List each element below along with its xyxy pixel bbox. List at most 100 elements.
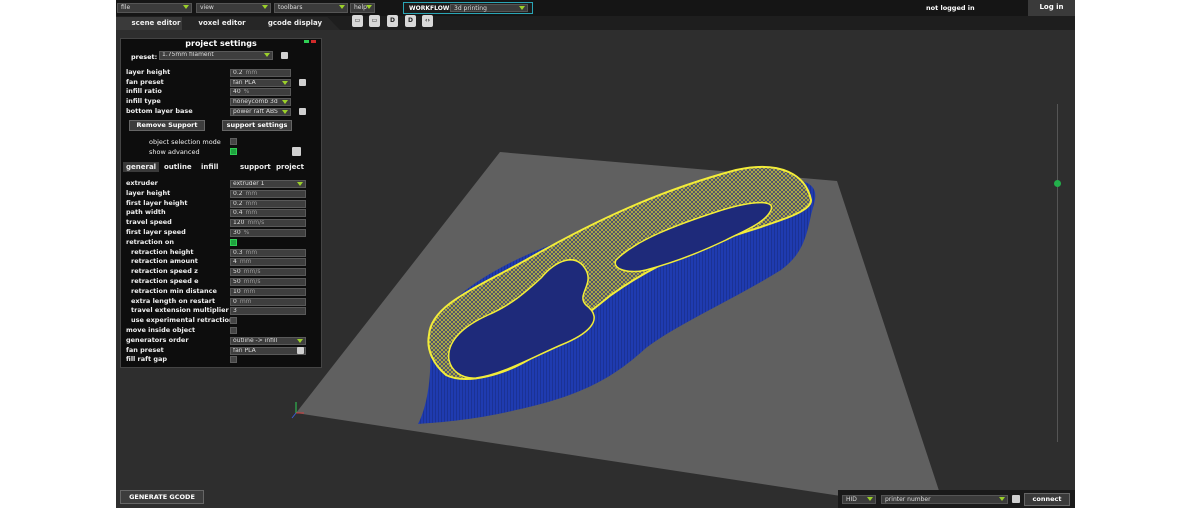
settings-icon[interactable] — [299, 78, 306, 86]
setting-input[interactable]: 40% — [230, 88, 291, 97]
setting-input[interactable]: 3 — [230, 307, 306, 316]
generate-gcode-button[interactable]: GENERATE GCODE — [120, 490, 204, 504]
subtab-general[interactable]: general — [123, 162, 160, 172]
login-status: not logged in — [926, 4, 975, 12]
setting-checkbox[interactable] — [230, 317, 237, 325]
chevron-down-icon — [339, 5, 345, 9]
setting-checkbox[interactable] — [230, 356, 237, 364]
subtab-outline[interactable]: outline — [161, 162, 195, 172]
show-advanced-checkbox[interactable] — [230, 148, 237, 155]
save-icon[interactable]: ▭ — [352, 15, 363, 27]
save-as-icon[interactable]: ▭ — [369, 15, 380, 27]
chevron-down-icon — [282, 100, 288, 105]
project-settings-panel: project settings preset: 1.75mm filament… — [120, 38, 322, 368]
save-printer-icon[interactable] — [1012, 495, 1020, 503]
setting-label: travel extension multiplier — [131, 306, 229, 315]
setting-dropdown[interactable]: honeycomb 3d — [230, 98, 291, 107]
chevron-down-icon — [183, 5, 189, 9]
connect-button[interactable]: connect — [1024, 493, 1070, 506]
connection-bar: HID printer number connect — [838, 490, 1075, 508]
view-menu-label: view — [200, 4, 214, 11]
setting-dropdown[interactable]: outline -> infill — [230, 336, 306, 345]
setting-label: infill type — [126, 97, 161, 106]
setting-input[interactable]: 10 mm — [230, 287, 306, 296]
setting-value: honeycomb 3d — [233, 98, 278, 106]
setting-unit: mm — [245, 199, 258, 207]
setting-dropdown[interactable]: power raft ABS — [230, 107, 291, 116]
setting-unit: mm/s — [243, 278, 261, 285]
setting-label: extra length on restart — [131, 296, 216, 305]
setting-input[interactable]: 0.2 mm — [230, 199, 306, 208]
help-menu[interactable]: help — [350, 3, 375, 13]
file-menu[interactable]: file — [117, 3, 192, 13]
export-icon[interactable]: D — [387, 15, 398, 27]
setting-dropdown[interactable]: fan PLA — [230, 346, 306, 355]
setting-dropdown[interactable]: extruder 1 — [230, 180, 306, 188]
setting-input[interactable]: 0.3 mm — [230, 248, 306, 257]
subtab-infill[interactable]: infill — [198, 162, 221, 172]
setting-unit: % — [243, 88, 250, 96]
subtab-project[interactable]: project — [273, 162, 307, 172]
subtab-support[interactable]: support — [237, 162, 274, 172]
file-menu-label: file — [121, 4, 131, 11]
setting-label: use experimental retraction — [131, 316, 234, 325]
setting-value: 0 — [233, 297, 237, 305]
chevron-down-icon — [282, 80, 288, 85]
export-alt-icon[interactable]: D — [405, 15, 416, 27]
setting-label: extruder — [126, 179, 158, 187]
printer-dropdown[interactable]: printer number — [881, 495, 1008, 504]
setting-unit: mm — [245, 209, 258, 217]
setting-value: 10 — [233, 287, 241, 295]
setting-input[interactable]: 0.2 mm — [230, 189, 306, 198]
setting-label: retraction speed e — [131, 277, 199, 285]
chevron-down-icon — [999, 497, 1005, 501]
setting-label: retraction amount — [131, 257, 198, 266]
setting-input[interactable]: 0.4 mm — [230, 209, 306, 218]
settings-icon[interactable] — [299, 107, 306, 115]
save-preset-icon[interactable] — [281, 52, 288, 59]
setting-checkbox[interactable] — [230, 238, 237, 246]
setting-unit: mm — [245, 69, 258, 76]
minimize-icon[interactable] — [304, 40, 309, 43]
setting-input[interactable]: 50 mm/s — [230, 278, 306, 286]
support-settings-button[interactable]: support settings — [222, 120, 292, 131]
setting-input[interactable]: 4 mm — [230, 258, 306, 267]
setting-label: fill raft gap — [126, 355, 168, 364]
printer-value: printer number — [885, 496, 931, 503]
setting-input[interactable]: 120 mm/s — [230, 219, 306, 228]
login-button[interactable]: Log in — [1028, 0, 1075, 16]
port-dropdown[interactable]: HID — [842, 495, 876, 504]
setting-label: fan preset — [126, 345, 164, 354]
toolbars-menu[interactable]: toolbars — [274, 3, 348, 13]
preset-dropdown[interactable]: 1.75mm filament — [159, 51, 273, 60]
setting-label: path width — [126, 208, 166, 217]
close-icon[interactable] — [311, 40, 316, 43]
workflow-selector: WORKFLOW: 3d printing — [403, 2, 533, 14]
tab-gcode-display[interactable]: gcode display — [250, 17, 340, 30]
setting-value: 50 — [233, 268, 241, 276]
workflow-dropdown[interactable]: 3d printing — [450, 4, 528, 12]
setting-value: 120 — [233, 219, 245, 227]
setting-input[interactable]: 50 mm/s — [230, 268, 306, 277]
zoom-slider-track[interactable] — [1057, 104, 1058, 442]
port-value: HID — [846, 496, 857, 503]
code-icon[interactable]: ‹› — [422, 15, 433, 27]
setting-value: 0.4 — [233, 209, 243, 217]
object-selection-mode-checkbox[interactable] — [230, 138, 237, 145]
chevron-down-icon — [519, 6, 525, 10]
chevron-down-icon — [264, 53, 270, 57]
setting-checkbox[interactable] — [230, 327, 237, 334]
setting-value: 0.3 — [233, 248, 243, 256]
chevron-down-icon — [282, 109, 288, 114]
reset-icon[interactable] — [292, 147, 301, 156]
slicer-app: file view toolbars help WORKFLOW: 3d pri… — [116, 0, 1075, 508]
setting-input[interactable]: 0 mm — [230, 297, 306, 306]
setting-value: 4 — [233, 258, 237, 266]
zoom-slider-handle[interactable] — [1054, 180, 1061, 187]
settings-icon[interactable] — [297, 346, 304, 354]
setting-input[interactable]: 30% — [230, 229, 306, 237]
setting-dropdown[interactable]: fan PLA — [230, 78, 291, 87]
remove-support-button[interactable]: Remove Support — [129, 120, 205, 131]
view-menu[interactable]: view — [196, 3, 271, 13]
setting-input[interactable]: 0.2 mm — [230, 69, 291, 77]
